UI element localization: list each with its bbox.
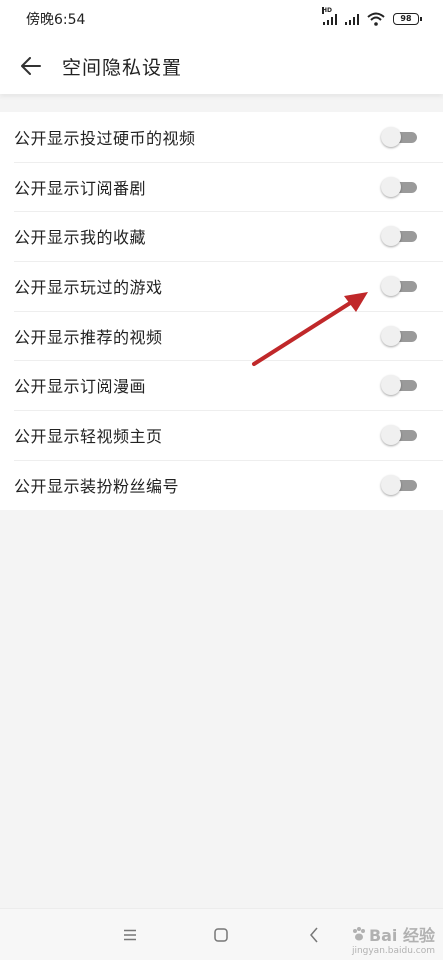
page-title: 空间隐私设置 [62,56,183,79]
back-arrow-icon [21,57,41,75]
toggle-switch[interactable] [381,474,417,496]
watermark: Bai 经验 jingyan.baidu.com [351,922,435,956]
setting-label: 公开显示订阅漫画 [14,377,147,397]
setting-label: 公开显示玩过的游戏 [14,277,163,297]
watermark-main: Bai 经验 [351,922,435,946]
toggle-switch[interactable] [381,275,417,297]
watermark-sub: jingyan.baidu.com [351,946,435,956]
toggle-switch[interactable] [381,126,417,148]
status-time: 傍晚6:54 [26,12,86,28]
setting-label: 公开显示推荐的视频 [14,327,163,347]
toggle-switch[interactable] [381,424,417,446]
toggle-switch[interactable] [381,374,417,396]
setting-row-favorites[interactable]: 公开显示我的收藏 [0,211,443,261]
toggle-switch[interactable] [381,176,417,198]
setting-row-coins[interactable]: 公开显示投过硬币的视频 [0,112,443,162]
back-chevron-icon[interactable] [302,923,326,947]
toggle-switch[interactable] [381,325,417,347]
home-square-icon[interactable] [209,923,233,947]
setting-label: 公开显示轻视频主页 [14,426,163,446]
setting-row-light-video[interactable]: 公开显示轻视频主页 [0,410,443,460]
wifi-icon [367,12,385,26]
setting-label: 公开显示投过硬币的视频 [14,128,196,148]
network-badge: HD [322,7,333,14]
battery-icon: 98 [393,13,422,25]
signal-hd-icon: HD [322,7,337,25]
setting-label: 公开显示我的收藏 [14,228,147,248]
toggle-switch[interactable] [381,225,417,247]
annotation-arrow [252,292,368,366]
status-bar: 傍晚6:54 HD 98 [0,0,443,38]
status-icons: HD 98 [322,7,422,26]
setting-label: 公开显示订阅番剧 [14,178,147,198]
paw-icon [352,927,365,941]
signal-icon [345,13,359,25]
menu-icon[interactable] [118,923,142,947]
setting-label: 公开显示装扮粉丝编号 [14,476,180,496]
app-header: 空间隐私设置 [0,38,443,94]
setting-row-bangumi[interactable]: 公开显示订阅番剧 [0,161,443,212]
setting-row-fan-number[interactable]: 公开显示装扮粉丝编号 [0,459,443,510]
system-nav-bar: Bai 经验 jingyan.baidu.com [0,908,443,960]
back-button[interactable] [0,38,62,94]
